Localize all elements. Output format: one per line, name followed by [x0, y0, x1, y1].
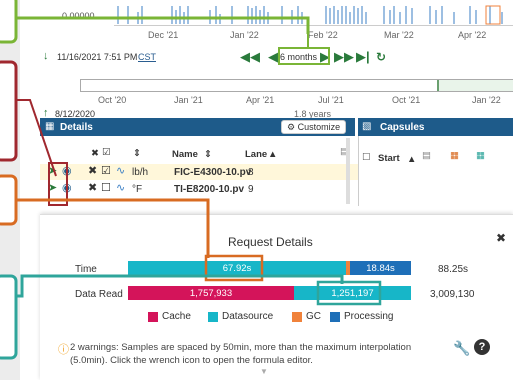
callout-box-red: [0, 60, 18, 162]
callout-overlay: [0, 0, 382, 360]
callout-line-orange: [16, 198, 210, 258]
callout-box-teal: [0, 274, 18, 360]
callout-target-duration: [278, 47, 330, 65]
callout-box-green: [0, 0, 18, 44]
callout-target-data: [316, 280, 382, 306]
callout-box-orange: [0, 174, 18, 226]
callout-line-teal: [16, 274, 344, 298]
callout-line-green: [16, 16, 310, 34]
